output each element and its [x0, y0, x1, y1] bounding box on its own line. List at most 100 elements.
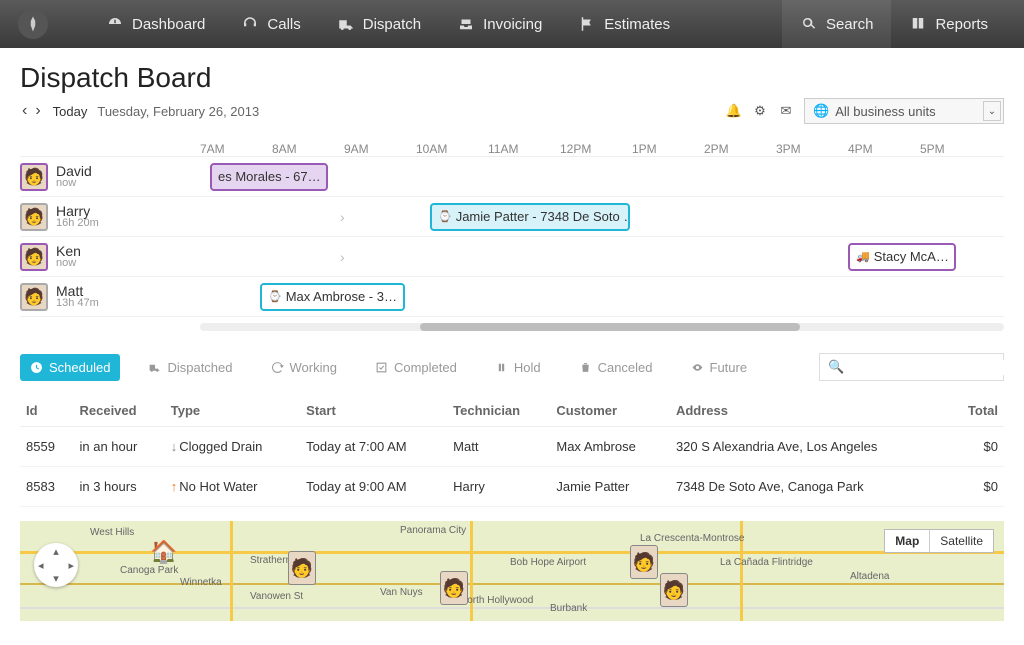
tray-icon — [457, 15, 475, 33]
priority-down-icon: ↓ — [171, 439, 178, 454]
search-icon: 🔍 — [828, 359, 844, 375]
gear-icon[interactable]: ⚙ — [752, 103, 768, 119]
filter-future[interactable]: Future — [681, 354, 758, 381]
book-icon — [909, 15, 927, 33]
filter-working[interactable]: Working — [261, 354, 347, 381]
prev-day-button[interactable]: ‹ — [20, 100, 29, 122]
flag-icon — [578, 15, 596, 33]
clock-icon — [30, 361, 43, 374]
job-search[interactable]: 🔍 — [819, 353, 1004, 381]
map-label: Vanowen St — [250, 591, 303, 602]
job-block[interactable]: es Morales - 67… — [210, 163, 328, 191]
tech-status: now — [56, 258, 81, 269]
cell-customer: Jamie Patter — [550, 467, 670, 507]
hour-label: 4PM — [848, 142, 920, 156]
filter-canceled[interactable]: Canceled — [569, 354, 663, 381]
clock-icon: ⌚ — [438, 210, 452, 223]
next-day-button[interactable]: › — [33, 100, 42, 122]
map-label: Burbank — [550, 603, 587, 614]
truck-icon — [148, 361, 161, 374]
timeline-scrollbar[interactable] — [200, 323, 1004, 331]
refresh-icon — [271, 361, 284, 374]
cell-type: ↑No Hot Water — [165, 467, 300, 507]
filter-scheduled[interactable]: Scheduled — [20, 354, 120, 381]
hour-label: 11AM — [488, 142, 560, 156]
table-row[interactable]: 8583 in 3 hours ↑No Hot Water Today at 9… — [20, 467, 1004, 507]
avatar[interactable]: 🧑 — [20, 203, 48, 231]
date-bar: ‹ › Today Tuesday, February 26, 2013 🔔 ⚙… — [20, 98, 1004, 124]
filter-label: Scheduled — [49, 360, 110, 375]
col-id[interactable]: Id — [20, 395, 73, 427]
avatar[interactable]: 🧑 — [20, 283, 48, 311]
job-block[interactable]: ⌚ Jamie Patter - 7348 De Soto … — [430, 203, 630, 231]
job-label: Max Ambrose - 3… — [286, 289, 397, 304]
bell-icon[interactable]: 🔔 — [726, 103, 742, 119]
nav-invoicing[interactable]: Invoicing — [439, 0, 560, 48]
globe-icon: 🌐 — [813, 103, 829, 119]
hour-label: 9AM — [344, 142, 416, 156]
job-label: Jamie Patter - 7348 De Soto … — [456, 209, 630, 224]
bu-label: All business units — [835, 104, 935, 119]
mail-icon[interactable]: ✉ — [778, 103, 794, 119]
nav-label: Estimates — [604, 16, 670, 33]
business-unit-select[interactable]: 🌐 All business units ⌄ — [804, 98, 1004, 124]
tech-marker[interactable]: 🧑 — [288, 551, 316, 585]
col-customer[interactable]: Customer — [550, 395, 670, 427]
search-input[interactable] — [850, 360, 1024, 375]
nav-calls[interactable]: Calls — [223, 0, 318, 48]
job-block[interactable]: 🚚 Stacy McA… — [848, 243, 956, 271]
col-address[interactable]: Address — [670, 395, 949, 427]
map[interactable]: West Hills Canoga Park Winnetka Panorama… — [20, 521, 1004, 621]
map-label: Canoga Park — [120, 565, 178, 576]
filter-completed[interactable]: Completed — [365, 354, 467, 381]
job-block[interactable]: ⌚ Max Ambrose - 3… — [260, 283, 405, 311]
nav-search[interactable]: Search — [782, 0, 892, 48]
nav-dashboard[interactable]: Dashboard — [88, 0, 223, 48]
tech-marker[interactable]: 🧑 — [660, 573, 688, 607]
cell-technician: Harry — [447, 467, 550, 507]
col-type[interactable]: Type — [165, 395, 300, 427]
truck-icon: 🚚 — [856, 250, 870, 263]
tech-marker[interactable]: 🧑 — [630, 545, 658, 579]
satellite-mode-button[interactable]: Satellite — [929, 530, 993, 552]
priority-up-icon: ↑ — [171, 479, 178, 494]
filter-hold[interactable]: Hold — [485, 354, 551, 381]
filter-dispatched[interactable]: Dispatched — [138, 354, 242, 381]
nav-label: Dashboard — [132, 16, 205, 33]
nav-dispatch[interactable]: Dispatch — [319, 0, 439, 48]
map-pan-control[interactable]: ▴ ▾ ◂ ▸ — [34, 543, 78, 587]
nav-reports[interactable]: Reports — [891, 0, 1006, 48]
nav-label: Reports — [935, 16, 988, 33]
chevron-down-icon: ⌄ — [983, 101, 1001, 121]
table-row[interactable]: 8559 in an hour ↓Clogged Drain Today at … — [20, 427, 1004, 467]
col-start[interactable]: Start — [300, 395, 447, 427]
col-received[interactable]: Received — [73, 395, 164, 427]
hour-label: 7AM — [200, 142, 272, 156]
avatar[interactable]: 🧑 — [20, 243, 48, 271]
cell-received: in 3 hours — [73, 467, 164, 507]
app-logo[interactable] — [18, 9, 48, 39]
tech-status: 16h 20m — [56, 218, 99, 229]
time-header: 7AM 8AM 9AM 10AM 11AM 12PM 1PM 2PM 3PM 4… — [20, 142, 1004, 156]
home-marker-icon[interactable]: 🏠 — [150, 539, 177, 565]
tech-name: Harry — [56, 204, 99, 218]
tech-marker[interactable]: 🧑 — [440, 571, 468, 605]
col-technician[interactable]: Technician — [447, 395, 550, 427]
tech-name: Ken — [56, 244, 81, 258]
job-label: es Morales - 67… — [218, 169, 321, 184]
today-button[interactable]: Today — [53, 104, 88, 119]
pause-icon — [495, 361, 508, 374]
cell-id: 8559 — [20, 427, 73, 467]
cell-address: 7348 De Soto Ave, Canoga Park — [670, 467, 949, 507]
cell-technician: Matt — [447, 427, 550, 467]
hour-label: 8AM — [272, 142, 344, 156]
nav-estimates[interactable]: Estimates — [560, 0, 688, 48]
avatar[interactable]: 🧑 — [20, 163, 48, 191]
col-total[interactable]: Total — [949, 395, 1004, 427]
map-mode-button[interactable]: Map — [885, 530, 929, 552]
expand-row-button[interactable]: › — [340, 249, 345, 265]
expand-row-button[interactable]: › — [340, 209, 345, 225]
tech-row-david: 🧑 David now es Morales - 67… — [20, 157, 1004, 197]
job-filters: Scheduled Dispatched Working Completed H… — [20, 353, 1004, 381]
nav-label: Calls — [267, 16, 300, 33]
